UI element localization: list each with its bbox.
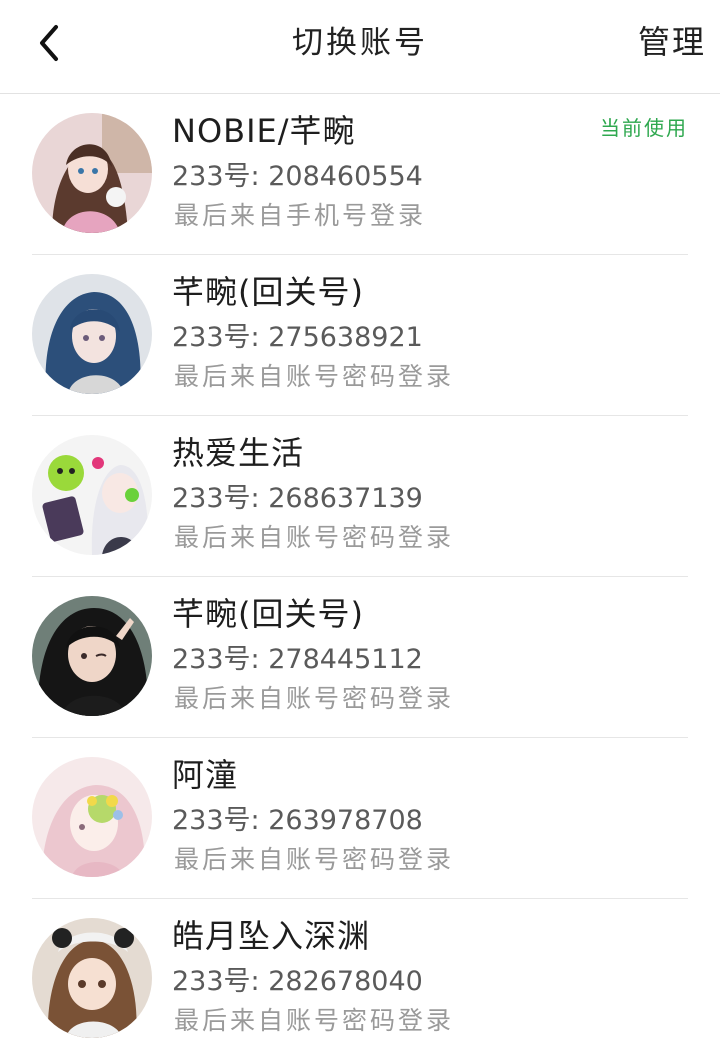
account-list: NOBIE/芊畹 233号: 208460554 最后来自手机号登录 当前使用 … <box>0 94 720 1060</box>
account-row[interactable]: NOBIE/芊畹 233号: 208460554 最后来自手机号登录 当前使用 <box>0 94 720 255</box>
avatar <box>32 757 152 877</box>
login-source: 最后来自账号密码登录 <box>174 684 455 713</box>
login-source: 最后来自账号密码登录 <box>174 523 455 552</box>
account-name: 芊畹(回关号) <box>172 595 364 633</box>
page-title: 切换账号 <box>292 25 428 61</box>
account-id: 233号: 268637139 <box>172 483 423 514</box>
account-row[interactable]: 芊畹(回关号) 233号: 275638921 最后来自账号密码登录 <box>0 255 720 416</box>
account-id: 233号: 208460554 <box>172 161 423 192</box>
account-name: 芊畹(回关号) <box>172 273 364 311</box>
login-source: 最后来自账号密码登录 <box>174 1006 455 1035</box>
account-id: 233号: 263978708 <box>172 805 423 836</box>
account-id: 233号: 282678040 <box>172 966 423 997</box>
account-name: 阿潼 <box>172 756 239 794</box>
account-name: NOBIE/芊畹 <box>172 112 356 150</box>
manage-button[interactable]: 管理 <box>638 0 706 84</box>
account-name: 皓月坠入深渊 <box>172 917 371 955</box>
login-source: 最后来自账号密码登录 <box>174 845 455 874</box>
account-name: 热爱生活 <box>172 434 305 472</box>
avatar <box>32 113 152 233</box>
avatar <box>32 918 152 1038</box>
avatar <box>32 596 152 716</box>
login-source: 最后来自账号密码登录 <box>174 362 455 391</box>
account-row[interactable]: 阿潼 233号: 263978708 最后来自账号密码登录 <box>0 738 720 899</box>
avatar <box>32 274 152 394</box>
account-row[interactable]: 芊畹(回关号) 233号: 278445112 最后来自账号密码登录 <box>0 577 720 738</box>
top-bar: 切换账号 管理 <box>0 0 720 94</box>
account-id: 233号: 278445112 <box>172 644 423 675</box>
account-row[interactable]: 皓月坠入深渊 233号: 282678040 最后来自账号密码登录 <box>0 899 720 1060</box>
avatar <box>32 435 152 555</box>
account-id: 233号: 275638921 <box>172 322 423 353</box>
current-use-badge: 当前使用 <box>600 116 688 140</box>
account-row[interactable]: 热爱生活 233号: 268637139 最后来自账号密码登录 <box>0 416 720 577</box>
login-source: 最后来自手机号登录 <box>174 201 427 230</box>
